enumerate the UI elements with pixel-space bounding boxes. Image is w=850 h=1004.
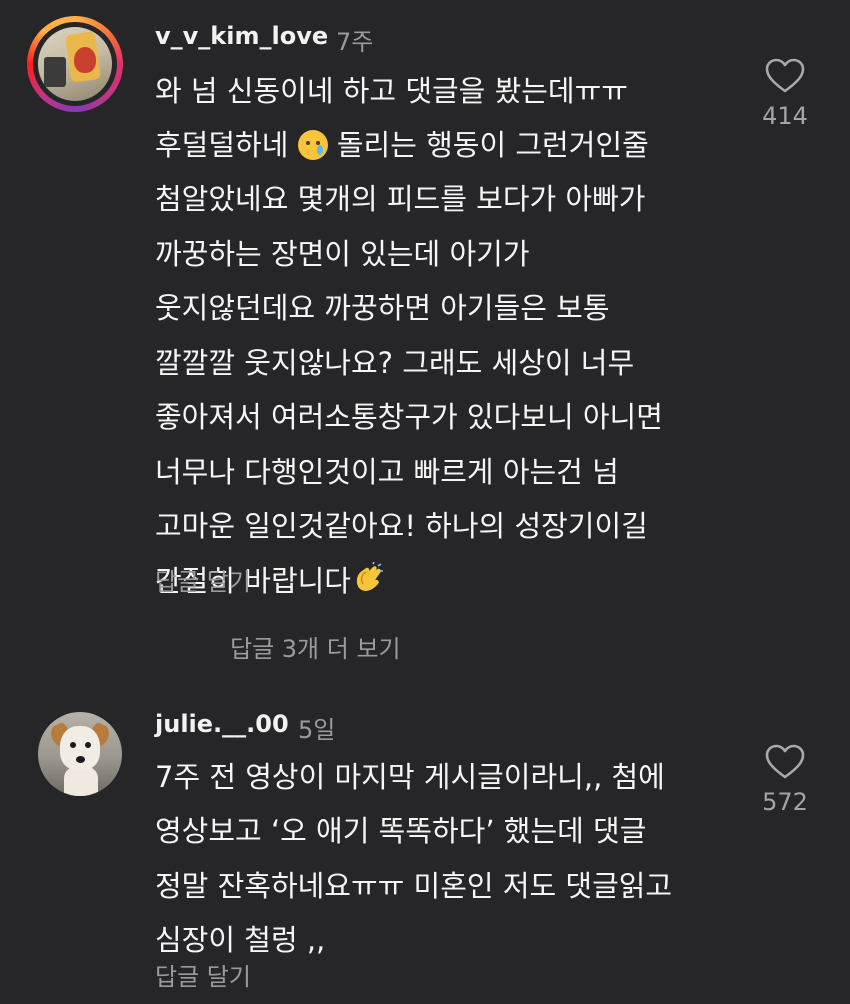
comment-line: 첨알았네요 몇개의 피드를 보다가 아빠가: [155, 182, 646, 216]
comment-line: 너무나 다행인것이고 빠르게 아는건 넘: [155, 455, 619, 489]
comment-username[interactable]: julie.__.00: [155, 710, 289, 738]
crying-face-icon: [297, 130, 328, 160]
comment-line: 까꿍하는 장면이 있는데 아기가: [155, 237, 530, 271]
like-count: 572: [762, 788, 808, 816]
comment-line-part: 후덜덜하네: [155, 128, 298, 162]
avatar[interactable]: [27, 16, 123, 112]
reply-button[interactable]: 답글 달기: [155, 562, 251, 597]
comment-line: 영상보고 ‘오 애기 똑똑하다’ 했는데 댓글: [155, 814, 647, 848]
comment-line: 후덜덜하네 돌리는 행동이 그런거인줄: [155, 118, 649, 173]
comment-line: 좋아져서 여러소통창구가 있다보니 아니면: [155, 400, 663, 434]
avatar[interactable]: [38, 712, 122, 796]
reply-button[interactable]: 답글 달기: [155, 957, 251, 992]
view-more-replies-button[interactable]: 답글 3개 더 보기: [230, 629, 401, 664]
heart-icon[interactable]: [765, 744, 805, 780]
comment-line: 7주 전 영상이 마지막 게시글이라니,, 첨에: [155, 760, 665, 794]
comment-time: 5일: [298, 716, 336, 744]
comment-line: 깔깔깔 웃지않나요? 그래도 세상이 너무: [155, 346, 635, 380]
comment-line: 정말 잔혹하네요ㅠㅠ 미혼인 저도 댓글읽고: [155, 869, 673, 903]
like-button[interactable]: 572: [757, 744, 813, 816]
heart-icon[interactable]: [765, 58, 805, 94]
comment-line: 고마운 일인것같아요! 하나의 성장기이길: [155, 509, 648, 543]
comment-username[interactable]: v_v_kim_love: [155, 22, 328, 50]
comment-time: 7주: [336, 28, 374, 56]
clapping-hands-icon: [351, 559, 383, 591]
like-button[interactable]: 414: [757, 58, 813, 130]
like-count: 414: [762, 102, 808, 130]
comment-line: 웃지않던데요 까꿍하면 아기들은 보통: [155, 291, 610, 325]
comment-line-part: 돌리는 행동이 그런거인줄: [327, 128, 649, 162]
comment-line: 와 넘 신동이네 하고 댓글을 봤는데ㅠㅠ: [155, 74, 628, 108]
